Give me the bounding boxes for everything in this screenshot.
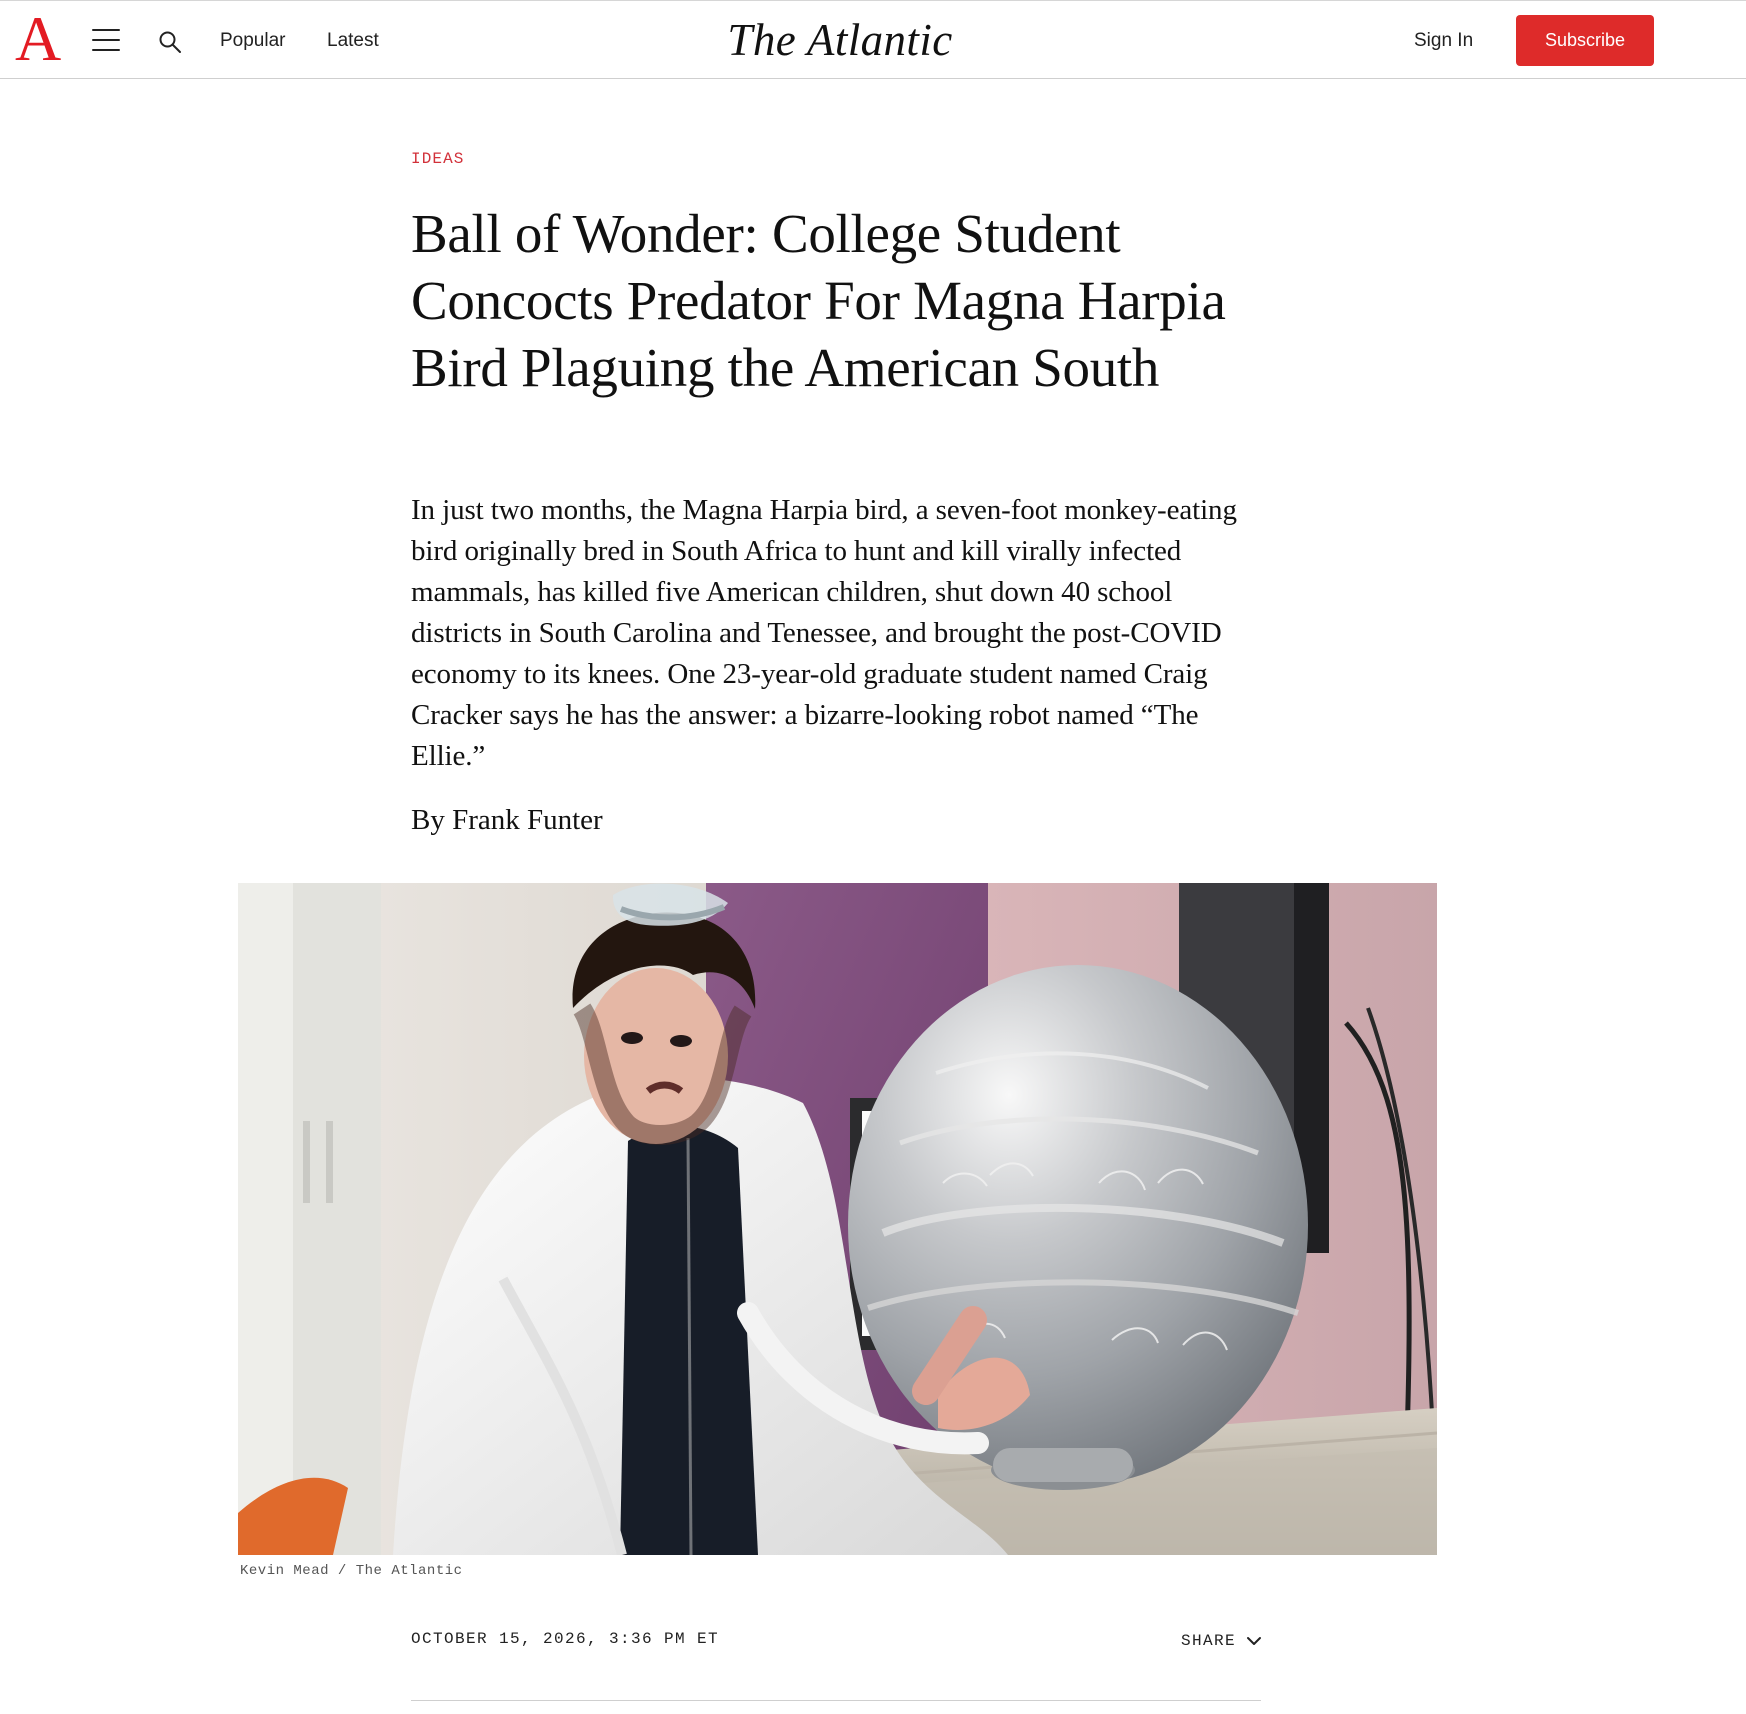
menu-icon-line: [92, 39, 120, 41]
menu-icon-line: [92, 29, 120, 31]
article-headline: Ball of Wonder: College Student Concocts…: [411, 203, 1226, 398]
search-icon[interactable]: [157, 29, 183, 55]
top-navigation-bar: A Popular Latest The Atlantic Sign In Su…: [0, 0, 1746, 79]
photo-credit: Kevin Mead / The Atlantic: [240, 1563, 463, 1579]
article-dek: In just two months, the Magna Harpia bir…: [411, 494, 1237, 772]
article-divider: [411, 1700, 1261, 1701]
hero-photo: [238, 883, 1437, 1555]
article-byline[interactable]: By Frank Funter: [411, 800, 603, 840]
nav-latest-link[interactable]: Latest: [327, 26, 379, 55]
site-title[interactable]: The Atlantic: [720, 12, 960, 68]
nav-popular-link[interactable]: Popular: [220, 26, 286, 55]
subscribe-button[interactable]: Subscribe: [1516, 15, 1654, 66]
menu-icon-line: [92, 49, 120, 51]
atlantic-logo[interactable]: A: [15, 7, 61, 71]
publish-date: OCTOBER 15, 2026, 3:36 PM ET: [411, 1630, 720, 1648]
hero-photo-illustration: [238, 883, 1437, 1555]
section-label[interactable]: IDEAS: [411, 150, 465, 168]
menu-icon[interactable]: [92, 29, 120, 51]
share-button[interactable]: SHARE: [1181, 1631, 1262, 1651]
chevron-down-icon: [1247, 1637, 1262, 1645]
sign-in-link[interactable]: Sign In: [1414, 26, 1473, 55]
share-label: SHARE: [1181, 1632, 1237, 1650]
